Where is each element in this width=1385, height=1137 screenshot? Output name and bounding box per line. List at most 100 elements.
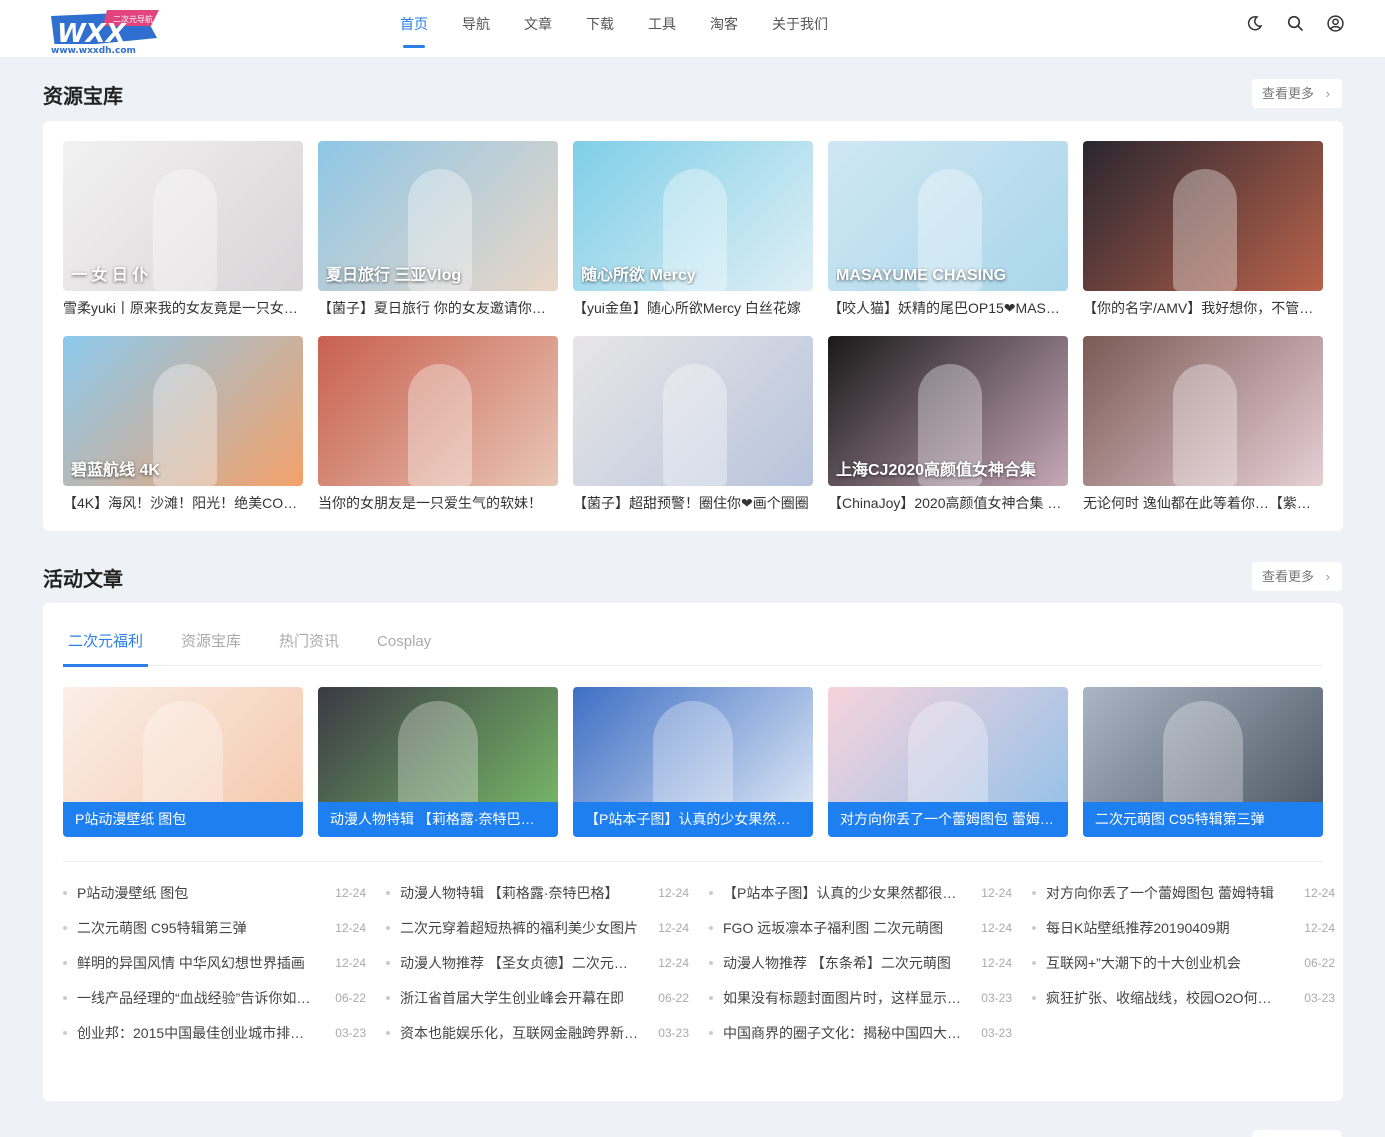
resource-title[interactable]: 【咬人猫】妖精的尾巴OP15❤MASAYUME CHASING — [828, 299, 1068, 317]
nav-articles[interactable]: 文章 — [507, 0, 569, 58]
resource-title[interactable]: 【4K】海风！沙滩！阳光！绝美COS碧蓝航线 — [63, 494, 303, 512]
resource-thumbnail[interactable]: 上海CJ2020高颜值女神合集 — [828, 336, 1068, 486]
article-link[interactable]: 对方向你丢了一个蕾姆图包 蕾姆特辑 — [1046, 883, 1285, 903]
article-list-item[interactable]: 鲜明的异国风情 中华风幻想世界插画 12-24 — [63, 945, 366, 980]
resource-thumbnail[interactable]: 一 女 日 仆 — [63, 141, 303, 291]
article-date: 12-24 — [981, 955, 1012, 970]
article-list-item[interactable]: 【P站本子图】认真的少女果然都很可爱 12-24 — [709, 875, 1012, 910]
article-link[interactable]: 二次元萌图 C95特辑第三弹 — [77, 918, 316, 938]
article-list-item[interactable]: 创业邦：2015中国最佳创业城市排行榜 03-23 — [63, 1015, 366, 1050]
resource-thumbnail[interactable]: 碧蓝航线 4K — [63, 336, 303, 486]
featured-article-title[interactable]: 二次元萌图 C95特辑第三弹 — [1083, 802, 1323, 837]
article-link[interactable]: 资本也能娱乐化，互联网金融跨界新玩法 — [400, 1023, 639, 1043]
thumbnail-overlay-text: MASAYUME CHASING — [836, 267, 1007, 284]
article-list-item[interactable]: 浙江省首届大学生创业峰会开幕在即 06-22 — [386, 980, 689, 1015]
search-icon[interactable] — [1285, 13, 1305, 33]
tab-resources[interactable]: 资源宝库 — [176, 623, 246, 666]
resource-title[interactable]: 雪柔yuki丨原来我的女友竟是一只女仆猫 — [63, 299, 303, 317]
articles-more-button[interactable]: 查看更多 › — [1252, 562, 1342, 591]
resource-card[interactable]: 当你的女朋友是一只爱生气的软妹！ — [318, 336, 558, 531]
article-link[interactable]: 一线产品经理的“血战经验”告诉你如何成长 — [77, 988, 316, 1008]
bullet-dot-icon — [1032, 925, 1036, 930]
article-link[interactable]: 互联网+”大潮下的十大创业机会 — [1046, 953, 1285, 973]
resource-thumbnail[interactable] — [573, 336, 813, 486]
resource-card[interactable]: 【菌子】超甜预警！圈住你❤画个圈圈 — [573, 336, 813, 531]
resource-card[interactable]: 【你的名字/AMV】我好想你，不管你在哪里 — [1083, 141, 1323, 336]
resource-card[interactable]: MASAYUME CHASING 【咬人猫】妖精的尾巴OP15❤MASAYUME … — [828, 141, 1068, 336]
article-list-item[interactable]: 互联网+”大潮下的十大创业机会 06-22 — [1032, 945, 1335, 980]
article-list-item[interactable]: 对方向你丢了一个蕾姆图包 蕾姆特辑 12-24 — [1032, 875, 1335, 910]
featured-article-card[interactable]: 【P站本子图】认真的少女果然都很可爱 — [573, 687, 813, 837]
article-link[interactable]: 每日K站壁纸推荐20190409期 — [1046, 918, 1285, 938]
resource-title[interactable]: 【菌子】超甜预警！圈住你❤画个圈圈 — [573, 494, 813, 512]
article-list-item[interactable]: 中国商界的圈子文化：揭秘中国四大商帮 03-23 — [709, 1015, 1012, 1050]
featured-article-title[interactable]: P站动漫壁纸 图包 — [63, 802, 303, 837]
resources-more-button[interactable]: 查看更多 › — [1252, 79, 1342, 108]
article-link[interactable]: 如果没有标题封面图片时，这样显示效果 — [723, 988, 962, 1008]
resource-card[interactable]: 无论何时 逸仙都在此等着你…【紫金怀念】 — [1083, 336, 1323, 531]
featured-article-card[interactable]: P站动漫壁纸 图包 — [63, 687, 303, 837]
article-link[interactable]: 疯狂扩张、收缩战线，校园O2O何去何从 — [1046, 988, 1285, 1008]
dark-mode-moon-icon[interactable] — [1245, 13, 1265, 33]
resource-thumbnail[interactable]: 夏日旅行 三亚Vlog — [318, 141, 558, 291]
article-link[interactable]: 动漫人物推荐 【东条希】二次元萌图 — [723, 953, 962, 973]
article-link[interactable]: FGO 远坂凛本子福利图 二次元萌图 — [723, 918, 962, 938]
article-date: 12-24 — [1304, 885, 1335, 900]
nav-downloads[interactable]: 下载 — [569, 0, 631, 58]
article-link[interactable]: P站动漫壁纸 图包 — [77, 883, 316, 903]
resource-thumbnail[interactable] — [1083, 141, 1323, 291]
site-logo[interactable]: 二次元导航 WXX www.wxxdh.com — [47, 8, 162, 56]
article-list-item[interactable]: 疯狂扩张、收缩战线，校园O2O何去何从 03-23 — [1032, 980, 1335, 1015]
bullet-dot-icon — [709, 995, 713, 1000]
resource-title[interactable]: 无论何时 逸仙都在此等着你…【紫金怀念】 — [1083, 494, 1323, 512]
user-account-icon[interactable] — [1325, 13, 1345, 33]
article-link[interactable]: 浙江省首届大学生创业峰会开幕在即 — [400, 988, 639, 1008]
nav-navigation[interactable]: 导航 — [445, 0, 507, 58]
article-list-item[interactable]: 每日K站壁纸推荐20190409期 12-24 — [1032, 910, 1335, 945]
article-link[interactable]: 创业邦：2015中国最佳创业城市排行榜 — [77, 1023, 316, 1043]
resource-title[interactable]: 【你的名字/AMV】我好想你，不管你在哪里 — [1083, 299, 1323, 317]
article-link[interactable]: 鲜明的异国风情 中华风幻想世界插画 — [77, 953, 316, 973]
resource-card[interactable]: 上海CJ2020高颜值女神合集【ChinaJoy】2020高颜值女神合集 上海C… — [828, 336, 1068, 531]
article-list-item[interactable]: 一线产品经理的“血战经验”告诉你如何成长 06-22 — [63, 980, 366, 1015]
article-list-item[interactable]: 动漫人物推荐 【圣女贞德】二次元萌图 12-24 — [386, 945, 689, 980]
featured-article-title[interactable]: 【P站本子图】认真的少女果然都很可爱 — [573, 802, 813, 837]
nav-home[interactable]: 首页 — [383, 0, 445, 58]
article-link[interactable]: 动漫人物特辑 【莉格露·奈特巴格】 — [400, 883, 639, 903]
featured-article-title[interactable]: 动漫人物特辑 【莉格露·奈特巴格】 — [318, 802, 558, 837]
article-list-item[interactable]: P站动漫壁纸 图包 12-24 — [63, 875, 366, 910]
article-link[interactable]: 动漫人物推荐 【圣女贞德】二次元萌图 — [400, 953, 639, 973]
resource-card[interactable]: 一 女 日 仆雪柔yuki丨原来我的女友竟是一只女仆猫 — [63, 141, 303, 336]
featured-article-card[interactable]: 对方向你丢了一个蕾姆图包 蕾姆特辑 — [828, 687, 1068, 837]
resource-card[interactable]: 碧蓝航线 4K 【4K】海风！沙滩！阳光！绝美COS碧蓝航线 — [63, 336, 303, 531]
nav-taoke[interactable]: 淘客 — [693, 0, 755, 58]
resource-card[interactable]: 随心所欲 Mercy 【yui金鱼】随心所欲Mercy 白丝花嫁 — [573, 141, 813, 336]
resource-title[interactable]: 【yui金鱼】随心所欲Mercy 白丝花嫁 — [573, 299, 813, 317]
nav-about[interactable]: 关于我们 — [755, 0, 845, 58]
resource-card[interactable]: 夏日旅行 三亚Vlog 【菌子】夏日旅行 你的女友邀请你去三亚 — [318, 141, 558, 336]
resource-thumbnail[interactable] — [1083, 336, 1323, 486]
tab-acg-welfare[interactable]: 二次元福利 — [63, 623, 149, 667]
article-list-item[interactable]: 资本也能娱乐化，互联网金融跨界新玩法 03-23 — [386, 1015, 689, 1050]
article-link[interactable]: 【P站本子图】认真的少女果然都很可爱 — [723, 883, 962, 903]
resource-title[interactable]: 【菌子】夏日旅行 你的女友邀请你去三亚 — [318, 299, 558, 317]
resource-title[interactable]: 当你的女朋友是一只爱生气的软妹！ — [318, 494, 558, 512]
tab-cosplay[interactable]: Cosplay — [372, 623, 436, 666]
resource-thumbnail[interactable]: 随心所欲 Mercy — [573, 141, 813, 291]
article-link[interactable]: 中国商界的圈子文化：揭秘中国四大商帮 — [723, 1023, 962, 1043]
article-list-item[interactable]: 如果没有标题封面图片时，这样显示效果 03-23 — [709, 980, 1012, 1015]
featured-article-title[interactable]: 对方向你丢了一个蕾姆图包 蕾姆特辑 — [828, 802, 1068, 837]
resource-thumbnail[interactable] — [318, 336, 558, 486]
featured-article-card[interactable]: 二次元萌图 C95特辑第三弹 — [1083, 687, 1323, 837]
article-list-item[interactable]: 二次元穿着超短热裤的福利美少女图片 12-24 — [386, 910, 689, 945]
article-list-item[interactable]: 动漫人物推荐 【东条希】二次元萌图 12-24 — [709, 945, 1012, 980]
article-link[interactable]: 二次元穿着超短热裤的福利美少女图片 — [400, 918, 639, 938]
article-list-item[interactable]: 动漫人物特辑 【莉格露·奈特巴格】 12-24 — [386, 875, 689, 910]
nav-tools[interactable]: 工具 — [631, 0, 693, 58]
tab-hot-news[interactable]: 热门资讯 — [274, 623, 344, 666]
article-list-item[interactable]: 二次元萌图 C95特辑第三弹 12-24 — [63, 910, 366, 945]
resource-thumbnail[interactable]: MASAYUME CHASING — [828, 141, 1068, 291]
resource-title[interactable]: 【ChinaJoy】2020高颜值女神合集 上海CJ — [828, 494, 1068, 512]
article-list-item[interactable]: FGO 远坂凛本子福利图 二次元萌图 12-24 — [709, 910, 1012, 945]
featured-article-card[interactable]: 动漫人物特辑 【莉格露·奈特巴格】 — [318, 687, 558, 837]
